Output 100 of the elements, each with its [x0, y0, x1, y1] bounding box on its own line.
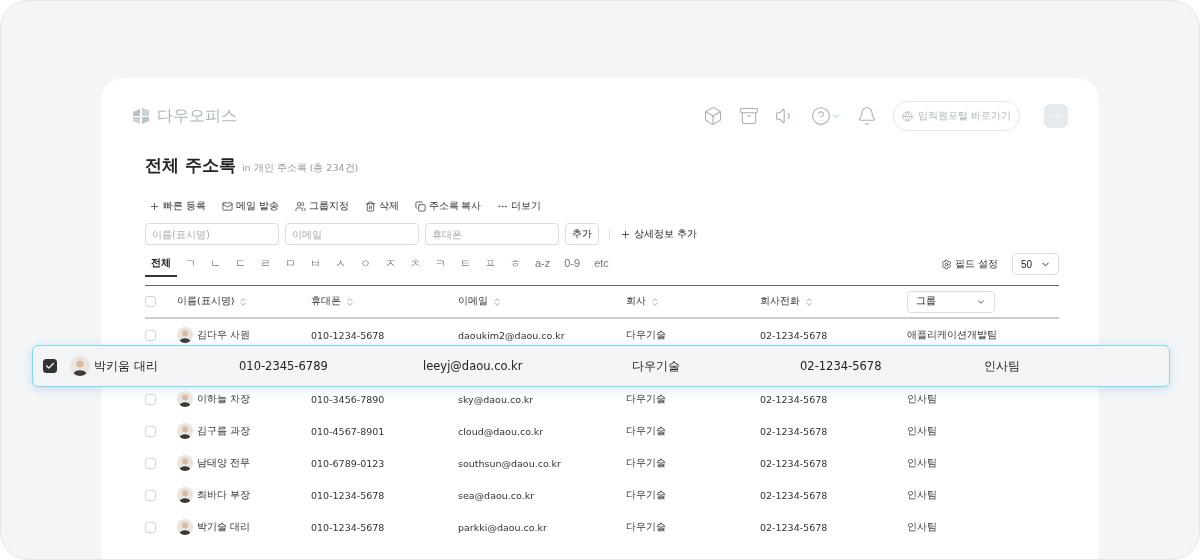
toolbar-button[interactable]: 빠른 등록	[149, 199, 206, 213]
detail-add-button[interactable]: 상세정보 추가	[620, 227, 697, 241]
page-size-select[interactable]: 50	[1012, 253, 1059, 275]
column-header[interactable]: 휴대폰	[311, 295, 341, 308]
index-tab[interactable]: ㄱ	[179, 251, 202, 277]
sort-icon[interactable]	[238, 296, 249, 307]
field-settings-button[interactable]: 필드 설정	[941, 257, 998, 271]
table-cell-text: daoukim2@daou.co.kr	[458, 329, 566, 341]
selected-row[interactable]: 박키움 대리 010-2345-6789 leeyj@daou.co.kr 다우기술 02-1234-5678 인사팀	[32, 345, 1170, 387]
table-cell: 최바다 부장	[197, 488, 251, 502]
table-cell-text: cloud@daou.co.kr	[458, 425, 545, 437]
search-field[interactable]: 이름(표시명)	[145, 223, 279, 245]
sort-icon[interactable]	[492, 296, 502, 307]
avatar-icon	[177, 455, 193, 471]
plus-icon	[149, 200, 160, 212]
trash-icon	[364, 200, 376, 212]
table-cell-text: 010-4567-8901	[311, 425, 386, 437]
table-cell-text: 다우기술	[632, 358, 681, 374]
table-cell-text: 다우기술	[626, 488, 667, 502]
toolbar-button[interactable]: 삭제	[364, 199, 399, 213]
table-cell-text: 다우기술	[626, 392, 667, 406]
toolbar-button[interactable]: 메일 발송	[221, 199, 279, 213]
index-tab[interactable]: ㄹ	[254, 251, 277, 277]
table-cell-text: parkki@daou.co.kr	[458, 521, 548, 533]
avatar-icon	[70, 356, 90, 376]
users-icon	[294, 200, 306, 212]
table-cell-text: 인사팀	[907, 456, 938, 470]
index-tab[interactable]: ㅋ	[429, 251, 452, 277]
index-tab[interactable]: 0-9	[558, 251, 587, 277]
globe-icon	[901, 110, 913, 122]
table-cell-text: 인사팀	[907, 488, 938, 502]
add-button[interactable]: 추가	[565, 223, 599, 245]
index-tab[interactable]: ㅎ	[504, 251, 527, 277]
index-tab[interactable]: a-z	[529, 251, 557, 277]
table-cell-text: 다우기술	[626, 424, 667, 438]
index-tab[interactable]: ㅊ	[404, 251, 427, 277]
table-cell-text: 010-1234-5678	[311, 521, 386, 533]
table-cell-text: 010-3456-7890	[311, 393, 386, 405]
table-cell-text: 010-1234-5678	[311, 329, 386, 341]
group-select[interactable]: 그룹	[907, 290, 995, 313]
cube-icon[interactable]	[702, 106, 723, 126]
index-tab[interactable]: ㅈ	[379, 251, 402, 277]
column-header[interactable]: 회사	[626, 295, 646, 308]
bell-icon[interactable]	[856, 106, 877, 126]
index-tab[interactable]: ㅌ	[454, 251, 477, 277]
sort-icon[interactable]	[345, 296, 355, 307]
toolbar-button[interactable]: 더보기	[497, 199, 542, 213]
table-cell-text: 인사팀	[984, 358, 1021, 374]
table-cell-text: 010-2345-6789	[239, 359, 329, 373]
index-tab[interactable]: 전체	[145, 251, 177, 277]
table-cell-text: southsun@daou.co.kr	[458, 457, 563, 469]
sort-icon[interactable]	[804, 296, 814, 307]
table-cell: 이하늘 차장	[197, 392, 251, 406]
table-cell-text: 02-1234-5678	[760, 425, 829, 437]
plus-icon	[620, 228, 631, 240]
table-cell-text: 02-1234-5678	[760, 329, 829, 341]
column-header[interactable]: 회사전화	[760, 295, 800, 308]
table-cell-text: 다우기술	[626, 456, 667, 470]
index-tab[interactable]: ㅍ	[479, 251, 502, 277]
toolbar-button[interactable]: 그룹지정	[294, 199, 349, 213]
help-icon[interactable]	[810, 106, 841, 126]
table-cell-text: 인사팀	[907, 520, 938, 534]
table-cell: 박키움 대리	[94, 358, 158, 374]
index-tab[interactable]: ㅇ	[354, 251, 377, 277]
avatar-icon	[177, 327, 193, 343]
table-cell-text: 인사팀	[907, 392, 938, 406]
column-header[interactable]: 이름(표시명)	[177, 295, 235, 308]
more-button[interactable]	[1044, 104, 1068, 128]
mail-icon	[221, 200, 233, 212]
table-cell-text: sea@daou.co.kr	[458, 489, 536, 501]
avatar-icon	[177, 423, 193, 439]
logo-icon	[131, 106, 151, 126]
archive-icon[interactable]	[738, 106, 759, 126]
table-cell-text: 010-6789-0123	[311, 457, 386, 469]
table-cell-text: 02-1234-5678	[760, 393, 829, 405]
table-cell: 김구름 과장	[197, 424, 251, 438]
index-tab[interactable]: ㄴ	[204, 251, 227, 277]
toolbar-button[interactable]: 주소록 복사	[414, 199, 482, 213]
column-header[interactable]: 이메일	[458, 295, 488, 308]
index-tab[interactable]: ㄷ	[229, 251, 252, 277]
table-cell-text: 애플리케이션개발팀	[907, 328, 998, 342]
copy-icon	[414, 200, 426, 212]
table-cell: 박기술 대리	[197, 520, 251, 534]
table-cell-text: sky@daou.co.kr	[458, 393, 535, 405]
index-tab[interactable]: ㅂ	[304, 251, 327, 277]
page-title: 전체 주소록	[145, 154, 236, 177]
sort-icon[interactable]	[650, 296, 660, 307]
search-field[interactable]: 이메일	[285, 223, 419, 245]
table-cell-text: 02-1234-5678	[760, 521, 829, 533]
index-tab[interactable]: ㅅ	[329, 251, 352, 277]
index-tab[interactable]: ㅁ	[279, 251, 302, 277]
index-tab[interactable]: etc	[588, 251, 615, 277]
search-field[interactable]: 휴대폰	[425, 223, 559, 245]
gear-icon	[941, 258, 953, 270]
avatar-icon	[177, 519, 193, 535]
table-cell: 남태양 전무	[197, 456, 251, 470]
row-checkbox[interactable]	[43, 359, 57, 373]
table-cell-text: 010-1234-5678	[311, 489, 386, 501]
table-cell-text: leeyj@daou.co.kr	[423, 359, 524, 373]
table-cell-text: 02-1234-5678	[760, 489, 829, 501]
